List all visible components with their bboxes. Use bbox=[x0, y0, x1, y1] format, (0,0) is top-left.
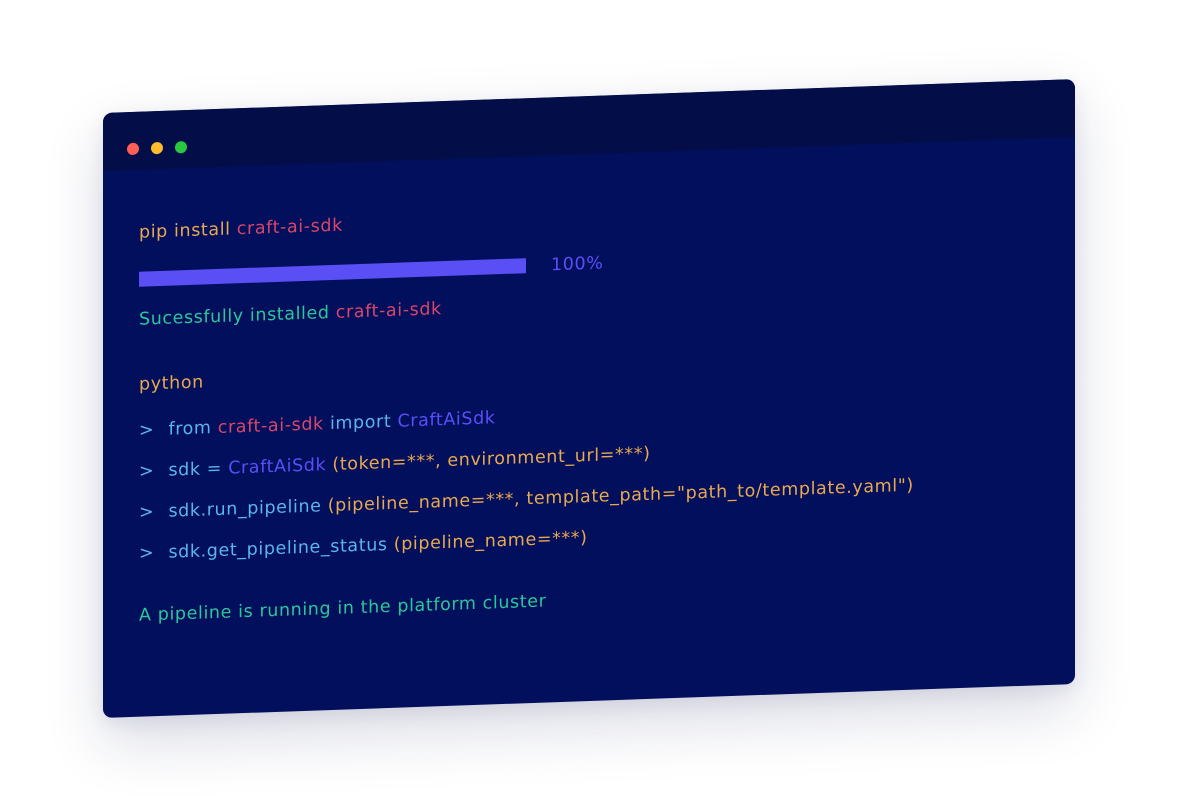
code-token-class: CraftAiSdk bbox=[228, 455, 327, 479]
window-title-bar bbox=[103, 79, 1075, 171]
code-line-init-sdk: > sdk = CraftAiSdk (token=***, environme… bbox=[139, 444, 651, 482]
code-token: import bbox=[329, 411, 398, 435]
code-token-args: (pipeline_name=***) bbox=[393, 528, 588, 555]
code-line-get-status: > sdk.get_pipeline_status (pipeline_name… bbox=[139, 528, 588, 564]
screenshot-stage: pip install craft-ai-sdk 100% Sucessfull… bbox=[0, 0, 1184, 807]
close-dot-icon[interactable] bbox=[127, 142, 139, 156]
pipeline-status-message: A pipeline is running in the platform cl… bbox=[139, 591, 547, 626]
code-token-package: craft-ai-sdk bbox=[217, 414, 324, 438]
prompt-marker: > bbox=[139, 461, 155, 482]
install-success-line: Sucessfully installed craft-ai-sdk bbox=[139, 299, 442, 330]
install-progress-bar bbox=[139, 258, 526, 287]
minimize-dot-icon[interactable] bbox=[151, 141, 163, 155]
code-line-run-pipeline: > sdk.run_pipeline (pipeline_name=***, t… bbox=[139, 476, 914, 523]
install-command-line: pip install craft-ai-sdk bbox=[139, 216, 343, 243]
prompt-marker: > bbox=[139, 543, 155, 564]
code-token: sdk.run_pipeline bbox=[168, 496, 322, 522]
code-token: sdk = bbox=[168, 458, 229, 481]
prompt-marker: > bbox=[139, 502, 155, 523]
code-token-class: CraftAiSdk bbox=[397, 408, 496, 432]
zoom-dot-icon[interactable] bbox=[175, 141, 187, 154]
success-message-text: Sucessfully installed bbox=[139, 303, 330, 330]
code-token: sdk.get_pipeline_status bbox=[168, 535, 388, 563]
python-command-line: python bbox=[139, 372, 204, 395]
success-package-name: craft-ai-sdk bbox=[335, 299, 442, 323]
code-token-args: (pipeline_name=***, template_path="path_… bbox=[327, 475, 914, 517]
install-progress-label: 100% bbox=[551, 253, 604, 276]
code-token: from bbox=[168, 417, 218, 440]
terminal-window: pip install craft-ai-sdk 100% Sucessfull… bbox=[103, 79, 1075, 718]
prompt-marker: > bbox=[139, 420, 155, 441]
code-token-args: (token=***, environment_url=***) bbox=[332, 443, 651, 475]
code-line-import: > from craft-ai-sdk import CraftAiSdk bbox=[139, 408, 496, 440]
install-progress-fill bbox=[139, 258, 526, 287]
install-command-text: pip install bbox=[139, 219, 231, 243]
install-package-name: craft-ai-sdk bbox=[236, 215, 343, 240]
